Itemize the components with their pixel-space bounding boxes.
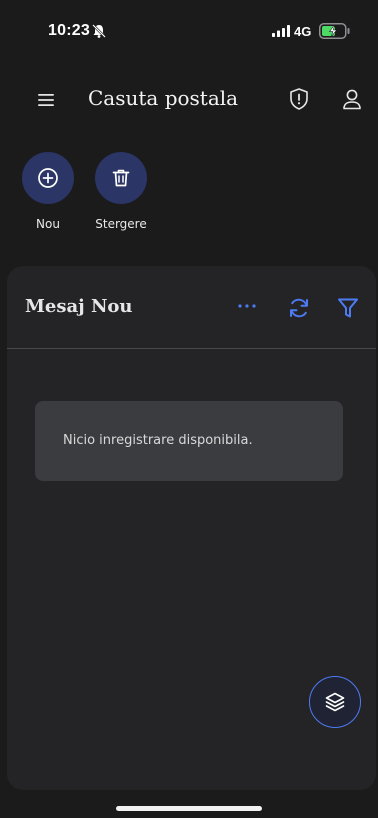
status-bar: 10:23 4G [0,0,378,62]
shield-alert-icon[interactable] [288,87,310,111]
more-icon[interactable] [236,299,258,313]
plus-circle-icon [38,168,58,188]
status-time: 10:23 [48,22,90,39]
battery-charging-icon [319,23,350,39]
empty-state: Nicio inregistrare disponibila. [35,401,343,481]
page-title: Casuta postala [88,86,239,110]
bell-muted-icon [92,24,106,38]
new-button-label: Nou [36,217,60,231]
panel-title: Mesaj Nou [25,296,133,317]
home-indicator[interactable] [116,806,262,811]
menu-icon[interactable] [36,91,56,109]
panel-divider [7,348,376,349]
delete-button-circle[interactable] [95,152,147,204]
empty-state-message: Nicio inregistrare disponibila. [63,433,253,448]
delete-button[interactable]: Stergere [81,152,161,231]
app-header: Casuta postala [0,62,378,144]
signal-icon [272,25,290,37]
quick-actions: Nou Stergere [0,144,378,248]
new-button-circle[interactable] [22,152,74,204]
network-label: 4G [294,24,312,39]
refresh-icon[interactable] [287,296,311,320]
layers-fab-button[interactable] [309,676,361,728]
message-panel: Mesaj Nou Nicio inregistrare disponibila… [7,266,376,790]
delete-button-label: Stergere [95,217,147,231]
user-icon[interactable] [341,87,363,111]
layers-icon [325,692,345,712]
trash-icon [112,169,130,187]
filter-icon[interactable] [336,296,360,320]
new-message-button[interactable]: Nou [8,152,88,231]
